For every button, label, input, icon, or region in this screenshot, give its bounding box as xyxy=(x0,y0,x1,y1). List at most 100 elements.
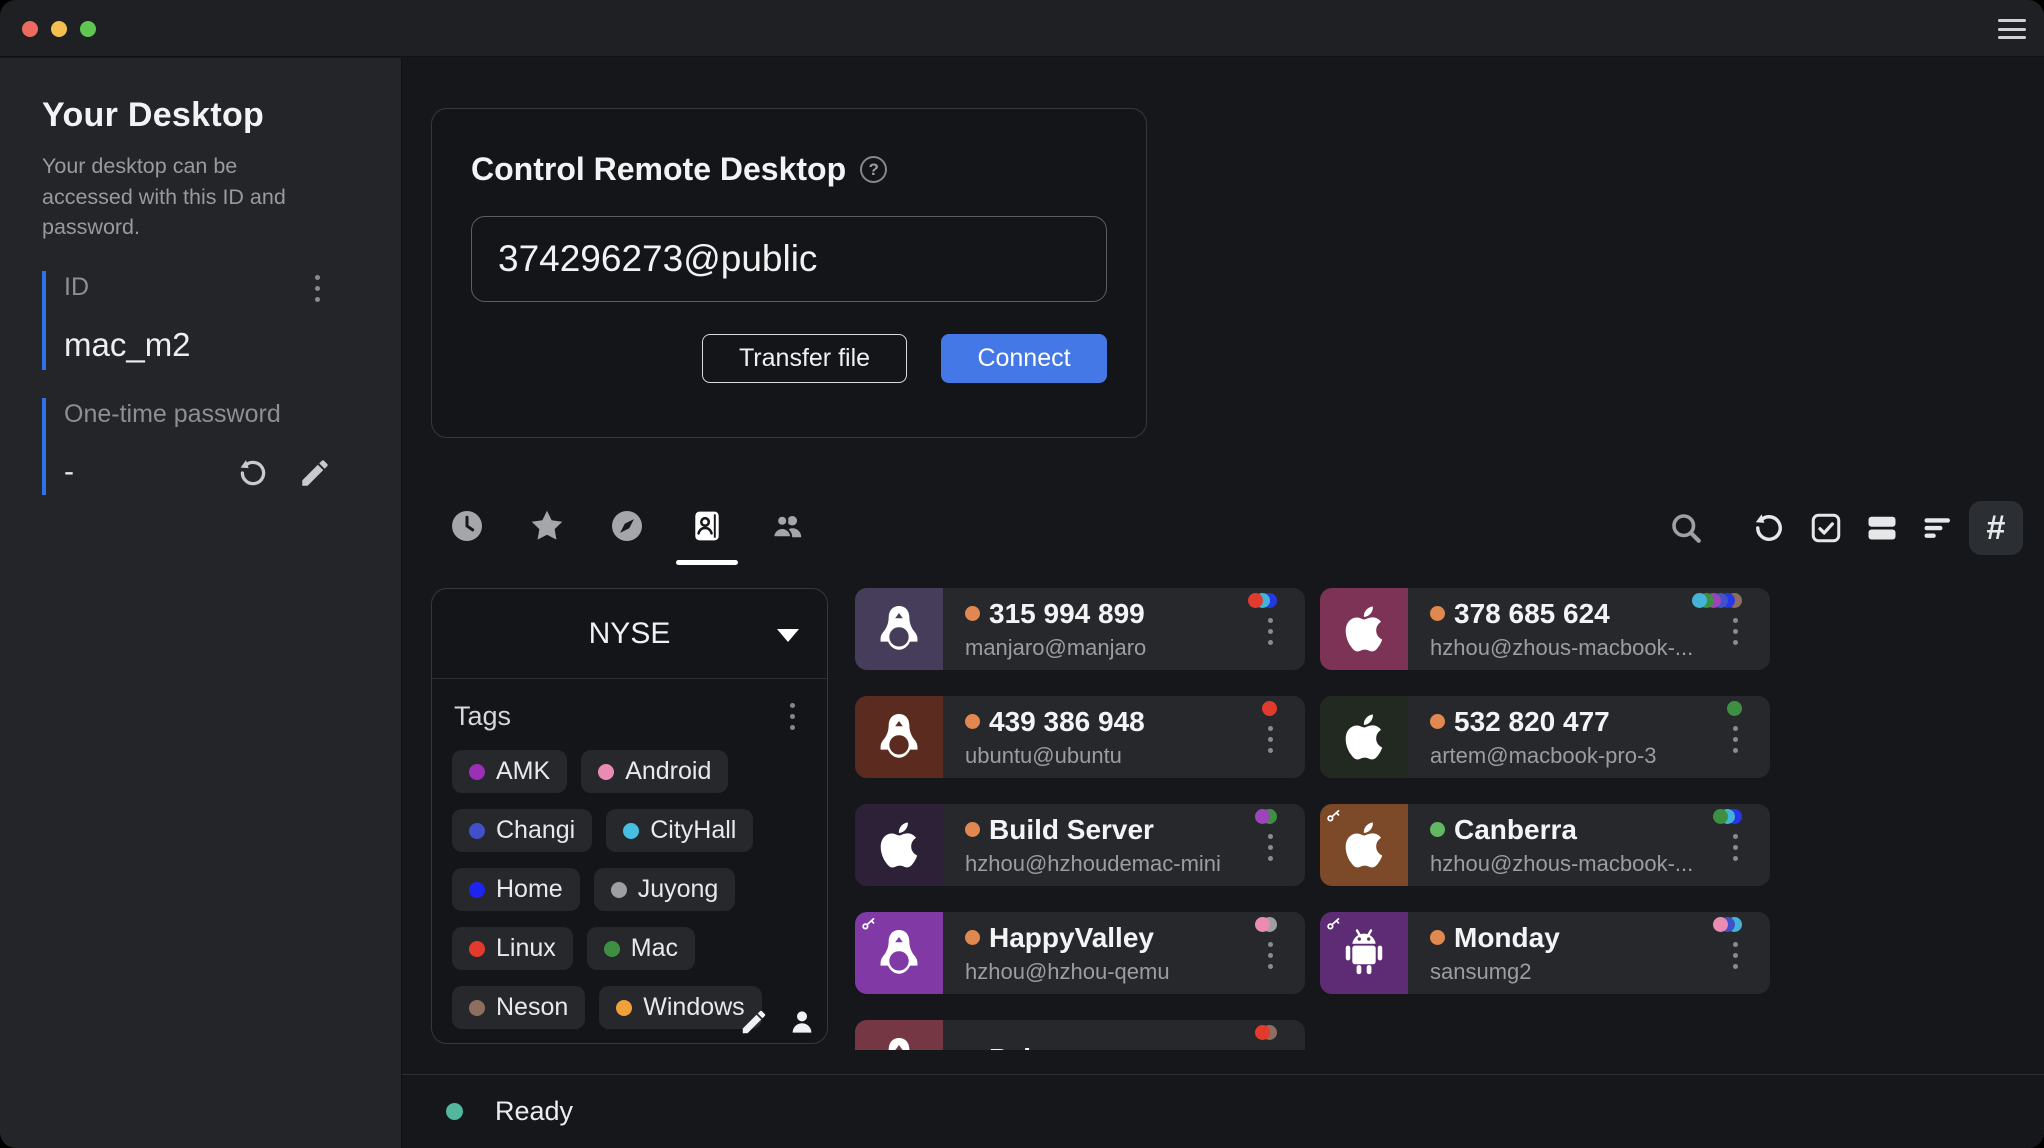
peer-card[interactable]: HappyValley hzhou@hzhou-qemu xyxy=(855,912,1305,994)
peer-name: Canberra xyxy=(1454,814,1577,846)
peer-status-dot xyxy=(965,930,980,945)
chevron-down-icon xyxy=(777,629,799,642)
peer-os-icon xyxy=(1320,696,1408,778)
tag-color-dot xyxy=(598,764,614,780)
close-button[interactable] xyxy=(22,21,38,37)
peer-tag-dots xyxy=(1263,917,1277,932)
tag-chip[interactable]: Changi xyxy=(452,809,592,852)
tag-chip[interactable]: Juyong xyxy=(594,868,736,911)
peer-username: hzhou@hzhou-qemu xyxy=(965,959,1243,985)
peer-status-dot xyxy=(1430,714,1445,729)
peer-menu-button[interactable] xyxy=(1263,726,1277,753)
minimize-button[interactable] xyxy=(51,21,67,37)
id-menu-button[interactable] xyxy=(310,275,324,302)
tag-label: Juyong xyxy=(638,875,719,904)
tag-chip[interactable]: Windows xyxy=(599,986,761,1029)
peer-tag-dots xyxy=(1721,917,1742,932)
peer-menu-button[interactable] xyxy=(1263,618,1277,645)
transfer-file-button[interactable]: Transfer file xyxy=(702,334,907,383)
peer-name: 378 685 624 xyxy=(1454,598,1610,630)
tab-discovered[interactable] xyxy=(609,506,645,546)
tag-chip[interactable]: Home xyxy=(452,868,580,911)
tag-label: Home xyxy=(496,875,563,904)
help-icon[interactable]: ? xyxy=(860,156,887,183)
sidebar-title: Your Desktop xyxy=(42,96,401,135)
tag-chip[interactable]: CityHall xyxy=(606,809,753,852)
key-icon xyxy=(861,917,876,932)
peer-card[interactable]: 439 386 948 ubuntu@ubuntu xyxy=(855,696,1305,778)
peer-name: HappyValley xyxy=(989,922,1154,954)
android-icon xyxy=(1337,926,1391,980)
peer-menu-button[interactable] xyxy=(1728,726,1742,753)
tag-color-dot xyxy=(616,1000,632,1016)
peer-menu-button[interactable] xyxy=(1728,618,1742,645)
refresh-icon xyxy=(1751,510,1787,546)
tab-group[interactable] xyxy=(769,506,805,546)
sort-by-id-button[interactable]: # xyxy=(1969,501,2023,555)
peer-name: 532 820 477 xyxy=(1454,706,1610,738)
peer-card[interactable]: 532 820 477 artem@macbook-pro-3 xyxy=(1320,696,1770,778)
clock-icon xyxy=(449,508,485,544)
peer-menu-button[interactable] xyxy=(1263,834,1277,861)
tag-label: Windows xyxy=(643,993,744,1022)
tag-color-dot xyxy=(469,882,485,898)
connect-button[interactable]: Connect xyxy=(941,334,1107,383)
peer-os-icon xyxy=(1320,588,1408,670)
refresh-button[interactable] xyxy=(1751,510,1787,546)
main-area: Control Remote Desktop ? Transfer file C… xyxy=(402,58,2044,1148)
checkbox-icon xyxy=(1808,510,1844,546)
zoom-button[interactable] xyxy=(80,21,96,37)
peer-card[interactable]: Pal xyxy=(855,1020,1305,1050)
peer-card[interactable]: Build Server hzhou@hzhoudemac-mini xyxy=(855,804,1305,886)
remote-id-input[interactable] xyxy=(471,216,1107,302)
control-remote-desktop-card: Control Remote Desktop ? Transfer file C… xyxy=(431,108,1147,438)
tag-chip[interactable]: Android xyxy=(581,750,728,793)
peer-card[interactable]: Canberra hzhou@zhous-macbook-... xyxy=(1320,804,1770,886)
peer-tag-dots xyxy=(1270,701,1277,716)
tag-chip[interactable]: Neson xyxy=(452,986,585,1029)
tag-chip[interactable]: Linux xyxy=(452,927,573,970)
address-book-dropdown[interactable]: NYSE xyxy=(432,589,827,679)
peer-username: artem@macbook-pro-3 xyxy=(1430,743,1708,769)
app-window: Your Desktop Your desktop can be accesse… xyxy=(0,0,2044,1148)
card-view-button[interactable] xyxy=(1864,510,1900,546)
id-label: ID xyxy=(64,273,372,302)
tab-recent-sessions[interactable] xyxy=(449,506,485,546)
peer-card[interactable]: Monday sansumg2 xyxy=(1320,912,1770,994)
tag-color-dot xyxy=(623,823,639,839)
tab-address-book[interactable] xyxy=(689,506,725,546)
peer-menu-button[interactable] xyxy=(1728,834,1742,861)
peer-status-dot xyxy=(965,606,980,621)
sort-button[interactable] xyxy=(1920,510,1956,546)
select-peers-button[interactable] xyxy=(1808,510,1844,546)
card-view-icon xyxy=(1864,510,1900,546)
peer-menu-button[interactable] xyxy=(1263,942,1277,969)
tag-label: CityHall xyxy=(650,816,736,845)
people-icon xyxy=(769,508,805,544)
peer-card[interactable]: 315 994 899 manjaro@manjaro xyxy=(855,588,1305,670)
password-label: One-time password xyxy=(64,400,372,429)
peer-grid: 315 994 899 manjaro@manjaro xyxy=(855,588,1770,1050)
apple-icon xyxy=(1337,602,1391,656)
sidebar: Your Desktop Your desktop can be accesse… xyxy=(0,58,402,1148)
tag-label: Neson xyxy=(496,993,568,1022)
refresh-password-icon[interactable] xyxy=(236,456,270,490)
peer-card[interactable]: 378 685 624 hzhou@zhous-macbook-... xyxy=(1320,588,1770,670)
tag-color-dot xyxy=(469,764,485,780)
edit-password-icon[interactable] xyxy=(298,456,332,490)
peer-username: hzhou@zhous-macbook-... xyxy=(1430,851,1708,877)
peer-menu-button[interactable] xyxy=(1728,942,1742,969)
search-button[interactable] xyxy=(1668,510,1704,546)
tag-chip[interactable]: AMK xyxy=(452,750,567,793)
tags-menu-button[interactable] xyxy=(785,703,799,730)
menu-icon[interactable] xyxy=(1998,19,2026,39)
add-person-icon[interactable] xyxy=(787,1007,817,1037)
edit-tags-icon[interactable] xyxy=(739,1007,769,1037)
tag-chip[interactable]: Mac xyxy=(587,927,695,970)
status-bar: Ready xyxy=(402,1074,2044,1148)
peer-username: ubuntu@ubuntu xyxy=(965,743,1243,769)
tab-favorites[interactable] xyxy=(529,506,565,546)
search-icon xyxy=(1668,510,1704,546)
tag-color-dot xyxy=(611,882,627,898)
linux-icon xyxy=(872,710,926,764)
